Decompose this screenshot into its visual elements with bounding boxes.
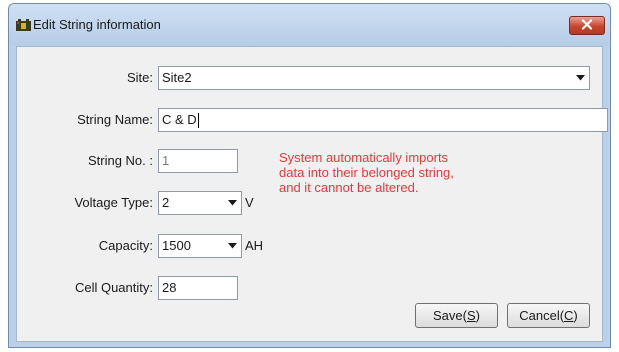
capacity-select[interactable]: 1500 (158, 234, 242, 258)
notice-line-2: data into their belonged string, (279, 165, 454, 180)
notice-line-1: System automatically imports (279, 150, 449, 165)
auto-import-notice: System automatically imports data into t… (279, 150, 454, 195)
string-no-field: 1 (158, 149, 238, 173)
save-button-close: ) (475, 308, 480, 323)
title-bar[interactable]: Edit String information (9, 4, 610, 46)
chevron-down-icon[interactable] (573, 69, 587, 87)
save-button-accesskey: S (466, 308, 476, 323)
string-no-value: 1 (162, 153, 170, 168)
string-name-label: String Name: (77, 112, 153, 127)
site-select[interactable]: Site2 (158, 66, 590, 90)
window-title: Edit String information (33, 17, 161, 32)
notice-line-3: and it cannot be altered. (279, 180, 419, 195)
chevron-down-icon[interactable] (225, 194, 239, 212)
voltage-unit: V (245, 195, 254, 210)
string-no-label: String No. : (87, 153, 153, 168)
save-button[interactable]: Save(S) (415, 303, 498, 328)
app-battery-icon (15, 18, 33, 32)
string-name-input[interactable]: C & D (158, 108, 608, 132)
site-value: Site2 (162, 70, 192, 85)
capacity-unit: AH (245, 238, 264, 253)
cell-quantity-input[interactable]: 28 (158, 276, 238, 300)
cancel-button-accesskey: C (564, 308, 574, 323)
dialog-body: Site: Site2 String Name: C & D String No… (16, 46, 608, 342)
site-label: Site: (126, 70, 153, 85)
chevron-down-icon[interactable] (225, 237, 239, 255)
close-button[interactable] (569, 16, 605, 35)
string-name-value: C & D (162, 112, 197, 127)
cancel-button[interactable]: Cancel(C) (507, 303, 590, 328)
capacity-label: Capacity: (98, 238, 153, 253)
text-cursor (197, 113, 199, 129)
close-icon (581, 17, 593, 35)
edit-string-dialog: Edit String information Site: Site2 Stri… (8, 3, 611, 348)
cell-quantity-label: Cell Quantity: (74, 280, 153, 295)
cancel-button-text: Cancel( (519, 308, 565, 323)
capacity-value: 1500 (162, 238, 191, 253)
voltage-type-label: Voltage Type: (74, 195, 153, 210)
save-button-text: Save( (433, 308, 467, 323)
voltage-type-value: 2 (162, 195, 170, 210)
cell-quantity-value: 28 (162, 280, 177, 295)
voltage-type-select[interactable]: 2 (158, 191, 242, 215)
cancel-button-close: ) (573, 308, 578, 323)
